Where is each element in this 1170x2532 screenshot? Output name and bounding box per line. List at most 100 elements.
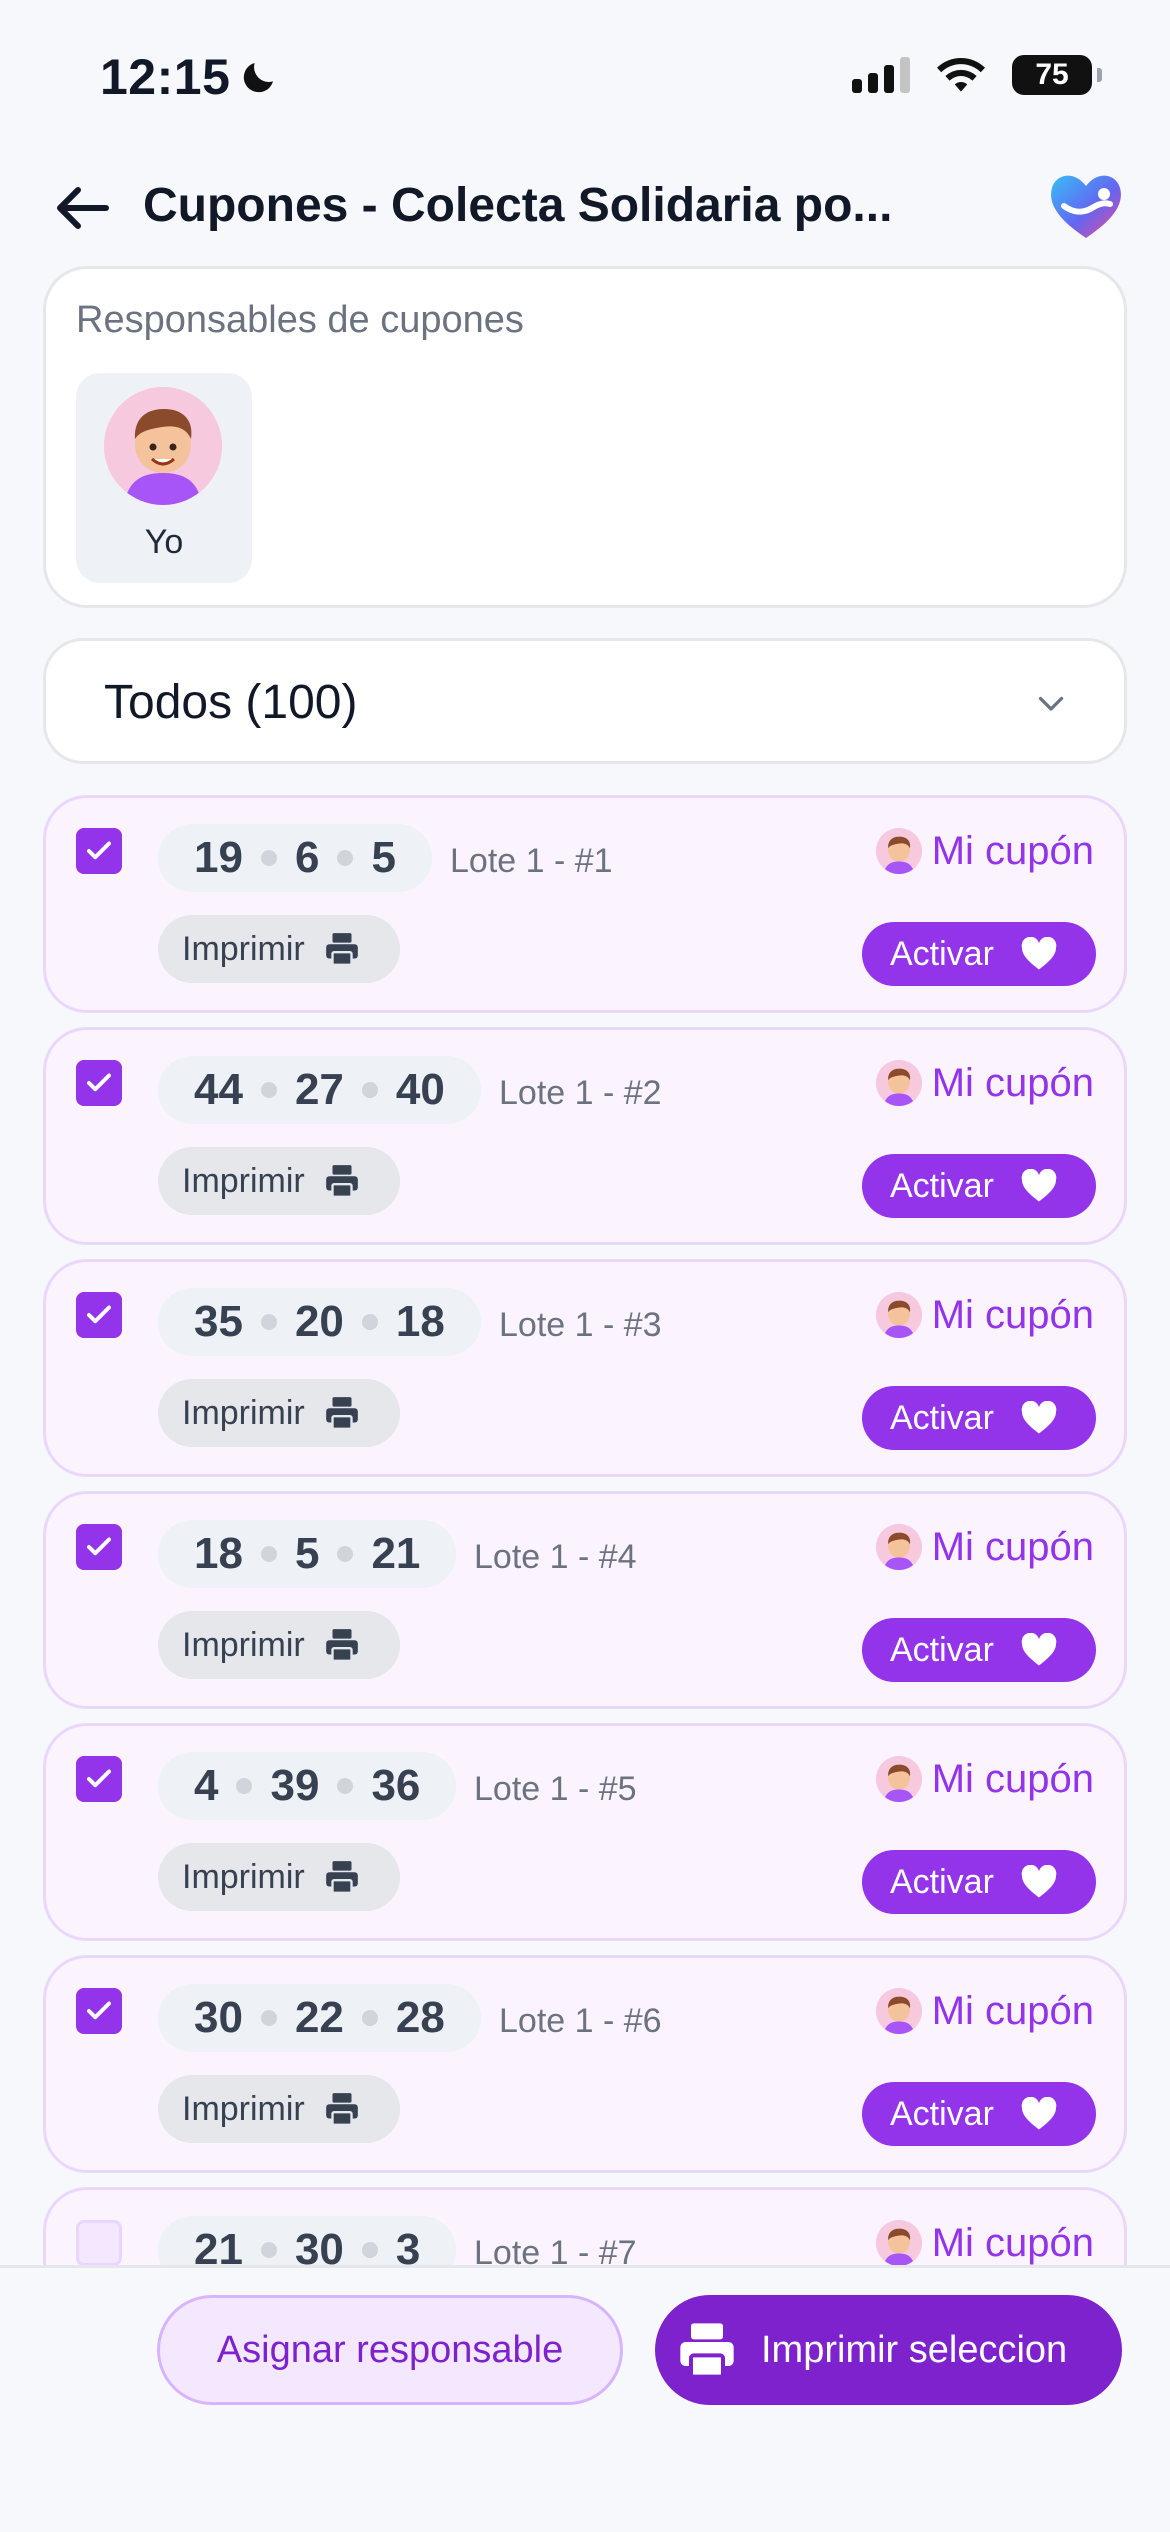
coupon-number-1: 44 [194,1065,243,1114]
avatar [875,1292,922,1338]
avatar [875,1060,922,1106]
coupon-checkbox[interactable] [76,2220,122,2265]
separator-dot [236,1778,253,1794]
coupon-checkbox[interactable] [76,1524,122,1570]
assign-responsable-button[interactable]: Asignar responsable [157,2295,623,2405]
filter-dropdown[interactable]: Todos (100) [43,638,1127,764]
coupon-lote: Lote 1 - #1 [450,842,613,880]
activate-button[interactable]: Activar [862,1386,1096,1450]
app-logo-icon [1051,175,1121,238]
coupon-number-2: 5 [294,1529,320,1578]
avatar [875,2220,922,2265]
heart-icon [1021,937,1057,970]
print-label: Imprimir [182,2089,305,2128]
arrow-left-icon [57,187,109,229]
coupon-number-3: 40 [395,1065,445,1114]
mi-cupon-badge[interactable]: Mi cupón [875,828,1094,874]
mi-cupon-label: Mi cupón [931,1756,1094,1801]
separator-dot [260,2242,277,2258]
separator-dot [361,1082,378,1098]
coupon-number-3: 3 [395,2225,421,2265]
coupon-card: 19 6 5 Lote 1 - #1 Mi cupón Imprimir Act… [43,795,1127,1013]
filter-label: Todos (100) [104,676,358,729]
coupon-numbers: 21 30 3 [158,2216,457,2265]
print-coupon-button[interactable]: Imprimir [158,1843,400,1911]
assign-label: Asignar responsable [216,2328,564,2371]
separator-dot [361,1314,378,1330]
printer-icon [325,933,358,967]
mi-cupon-badge[interactable]: Mi cupón [875,1756,1094,1802]
back-button[interactable] [52,178,112,238]
coupon-number-3: 5 [371,833,396,882]
user-avatar-icon [875,1524,922,1570]
coupon-list[interactable]: 19 6 5 Lote 1 - #1 Mi cupón Imprimir Act… [0,795,1170,2265]
coupon-checkbox[interactable] [76,1756,122,1802]
signal-icon [852,57,910,93]
app-header: Cupones - Colecta Solidaria po... [0,160,1170,250]
separator-dot [260,850,277,866]
printer-icon [325,1861,358,1895]
coupon-checkbox[interactable] [76,1060,122,1106]
check-icon [87,841,111,860]
activate-label: Activar [890,1862,994,1901]
heart-icon [1021,2097,1057,2130]
responsable-name: Yo [144,523,184,561]
print-coupon-button[interactable]: Imprimir [158,1379,400,1447]
mi-cupon-badge[interactable]: Mi cupón [875,1292,1094,1338]
print-selection-button[interactable]: Imprimir seleccion [655,2295,1122,2405]
mi-cupon-badge[interactable]: Mi cupón [875,1524,1094,1570]
coupon-number-2: 27 [294,1065,344,1114]
activate-button[interactable]: Activar [862,922,1096,986]
coupon-card: 21 30 3 Lote 1 - #7 Mi cupón [43,2187,1127,2265]
mi-cupon-badge[interactable]: Mi cupón [875,1988,1094,2034]
time-text: 12:15 [100,49,231,105]
activate-button[interactable]: Activar [862,1618,1096,1682]
status-bar: 12:15 75 [0,0,1170,150]
heart-icon [1021,1633,1057,1666]
coupon-card: 18 5 21 Lote 1 - #4 Mi cupón Imprimir Ac… [43,1491,1127,1709]
mi-cupon-label: Mi cupón [931,828,1094,873]
coupon-checkbox[interactable] [76,1292,122,1338]
user-avatar-icon [875,1060,922,1106]
status-time: 12:15 [100,48,280,106]
separator-dot [337,1546,354,1562]
print-label: Imprimir [182,1161,305,1200]
check-icon [87,1769,111,1788]
mi-cupon-label: Mi cupón [931,2220,1094,2265]
print-label: Imprimir [182,1857,305,1896]
activate-button[interactable]: Activar [862,2082,1096,2146]
coupon-lote: Lote 1 - #5 [474,1770,637,1808]
coupon-number-3: 21 [371,1529,421,1578]
print-coupon-button[interactable]: Imprimir [158,1147,400,1215]
coupon-card: 4 39 36 Lote 1 - #5 Mi cupón Imprimir Ac… [43,1723,1127,1941]
responsable-item-yo[interactable]: Yo [76,373,252,583]
mi-cupon-badge[interactable]: Mi cupón [875,2220,1094,2265]
activate-button[interactable]: Activar [862,1850,1096,1914]
print-coupon-button[interactable]: Imprimir [158,1611,400,1679]
avatar [875,828,922,874]
avatar [104,387,222,505]
coupon-lote: Lote 1 - #2 [499,1074,662,1112]
print-label: Imprimir [182,1625,305,1664]
user-avatar-icon [104,387,222,505]
coupon-checkbox[interactable] [76,1988,122,2034]
coupon-number-1: 4 [194,1761,219,1810]
print-coupon-button[interactable]: Imprimir [158,915,400,983]
heart-icon [1021,1169,1057,1202]
user-avatar-icon [875,1292,922,1338]
user-avatar-icon [875,2220,922,2265]
activate-button[interactable]: Activar [862,1154,1096,1218]
mi-cupon-badge[interactable]: Mi cupón [875,1060,1094,1106]
print-coupon-button[interactable]: Imprimir [158,2075,400,2143]
coupon-number-2: 6 [294,833,320,882]
coupon-checkbox[interactable] [76,828,122,874]
coupon-numbers: 44 27 40 [158,1056,481,1124]
printer-icon [325,1629,358,1663]
coupon-numbers: 18 5 21 [158,1520,457,1588]
coupon-numbers: 30 22 28 [158,1984,481,2052]
responsables-card: Responsables de cupones Yo [43,266,1127,608]
coupon-numbers: 19 6 5 [158,824,432,892]
avatar [875,1756,922,1802]
separator-dot [337,1778,354,1794]
coupon-numbers: 4 39 36 [158,1752,457,1820]
